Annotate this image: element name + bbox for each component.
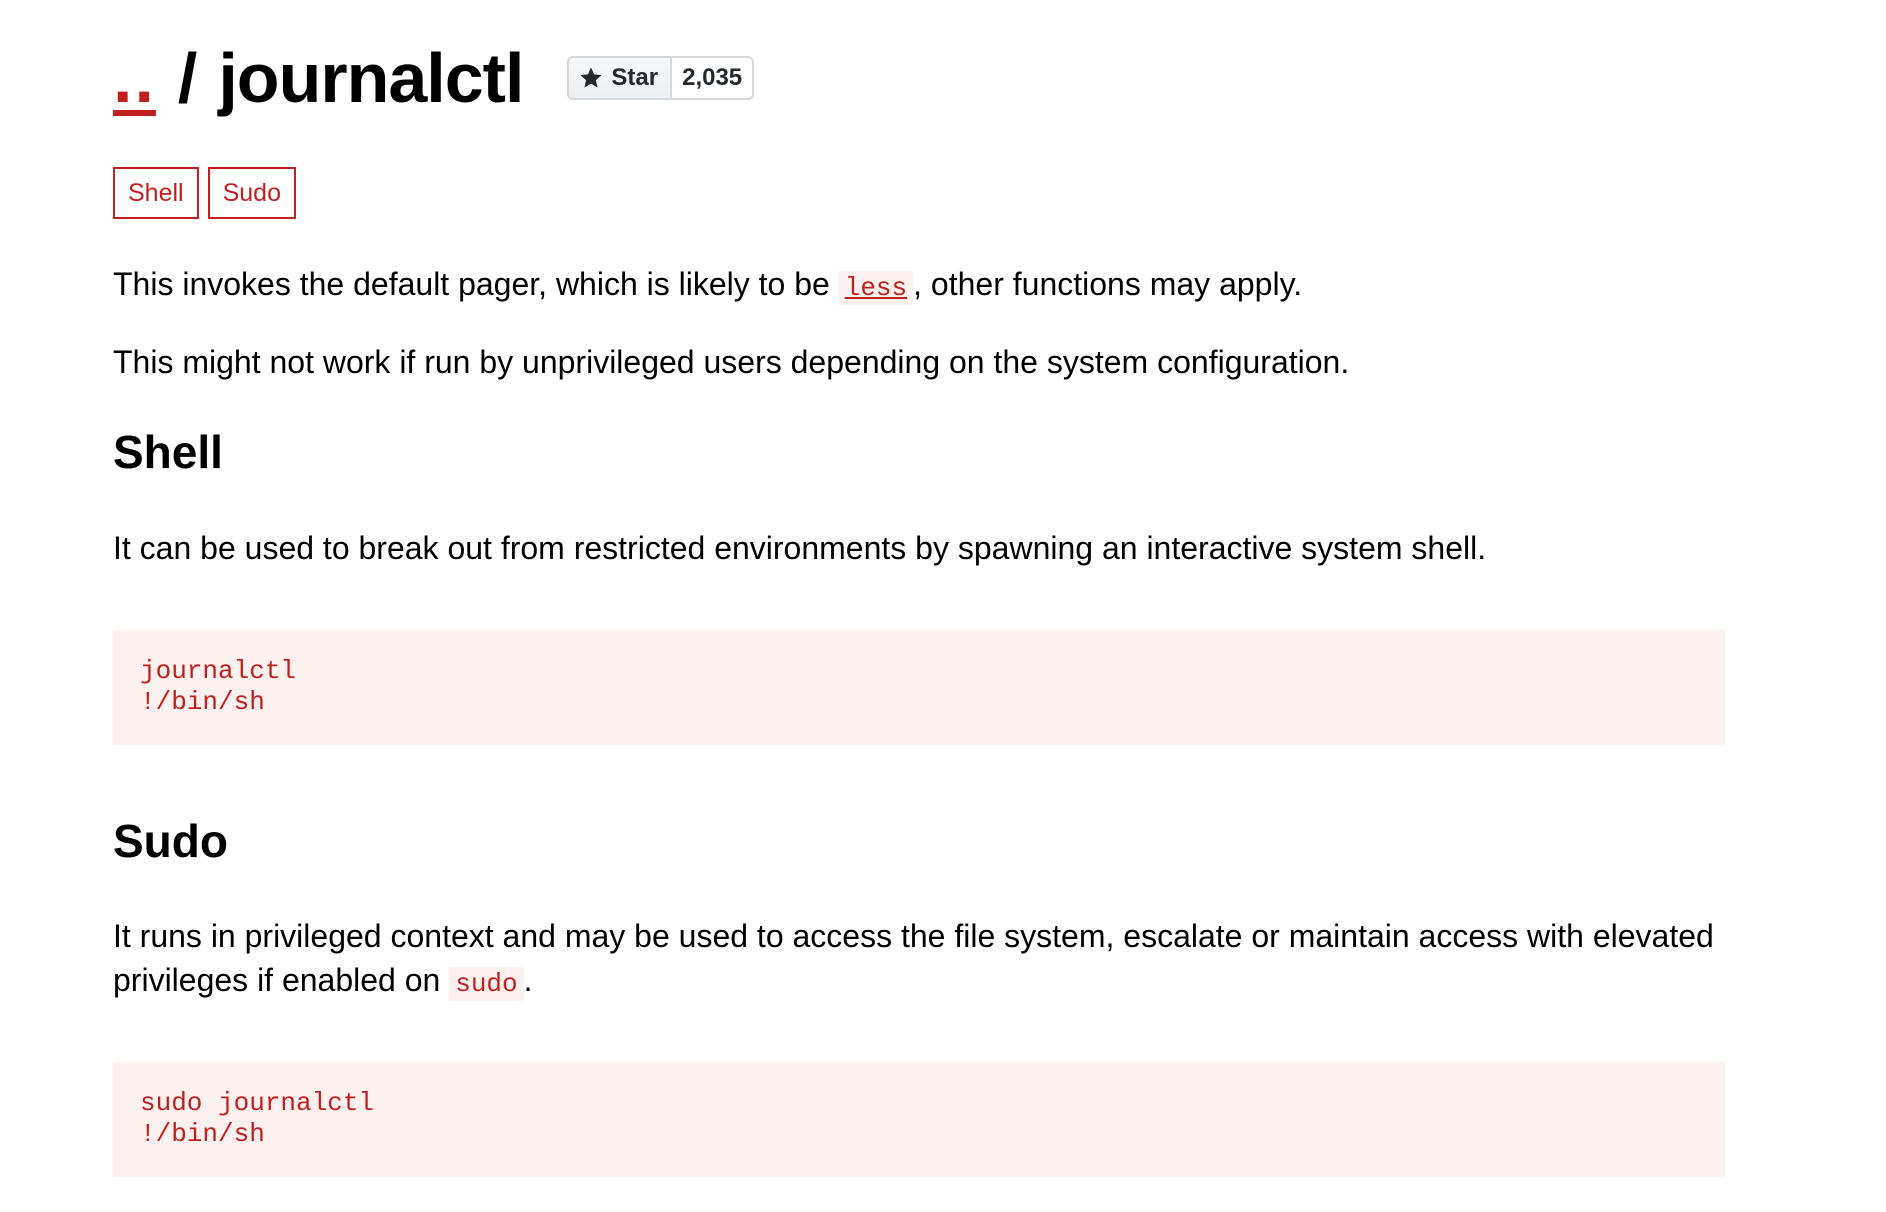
star-label: Star — [611, 64, 659, 91]
sudo-inline-code: sudo — [449, 967, 524, 1001]
intro-text-after: , other functions may apply. — [913, 266, 1303, 302]
sudo-description-after: . — [523, 962, 533, 998]
title-separator: / — [177, 39, 197, 117]
sudo-code-block[interactable]: sudo journalctl !/bin/sh — [113, 1062, 1725, 1177]
github-star-widget: Star 2,035 — [567, 56, 755, 100]
shell-heading: Shell — [113, 426, 223, 478]
page-header: .. / journalctl Star 2,035 — [113, 38, 755, 118]
intro-paragraph-privileges: This might not work if run by unprivileg… — [113, 344, 1350, 380]
less-link[interactable]: less — [838, 271, 914, 305]
tag-sudo[interactable]: Sudo — [207, 167, 296, 219]
tag-shell[interactable]: Shell — [113, 167, 199, 219]
intro-paragraph-pager: This invokes the default pager, which is… — [113, 262, 1725, 310]
intro-text: This invokes the default pager, which is… — [113, 266, 830, 302]
star-icon — [580, 67, 602, 88]
code-line: !/bin/sh — [140, 1119, 265, 1149]
shell-description: It can be used to break out from restric… — [113, 530, 1487, 566]
code-line: journalctl — [140, 656, 297, 686]
sudo-heading: Sudo — [113, 815, 228, 867]
function-tags: Shell Sudo — [113, 167, 296, 219]
sudo-description-text: It runs in privileged context and may be… — [113, 918, 1714, 998]
shell-code-block[interactable]: journalctl !/bin/sh — [113, 630, 1725, 745]
code-line: sudo journalctl — [140, 1088, 375, 1118]
code-line: !/bin/sh — [140, 687, 265, 717]
sudo-description: It runs in privileged context and may be… — [113, 914, 1725, 1006]
page-title: journalctl — [218, 39, 524, 117]
star-button[interactable]: Star — [569, 58, 673, 98]
star-count[interactable]: 2,035 — [672, 58, 753, 98]
parent-link[interactable]: .. — [113, 43, 156, 113]
